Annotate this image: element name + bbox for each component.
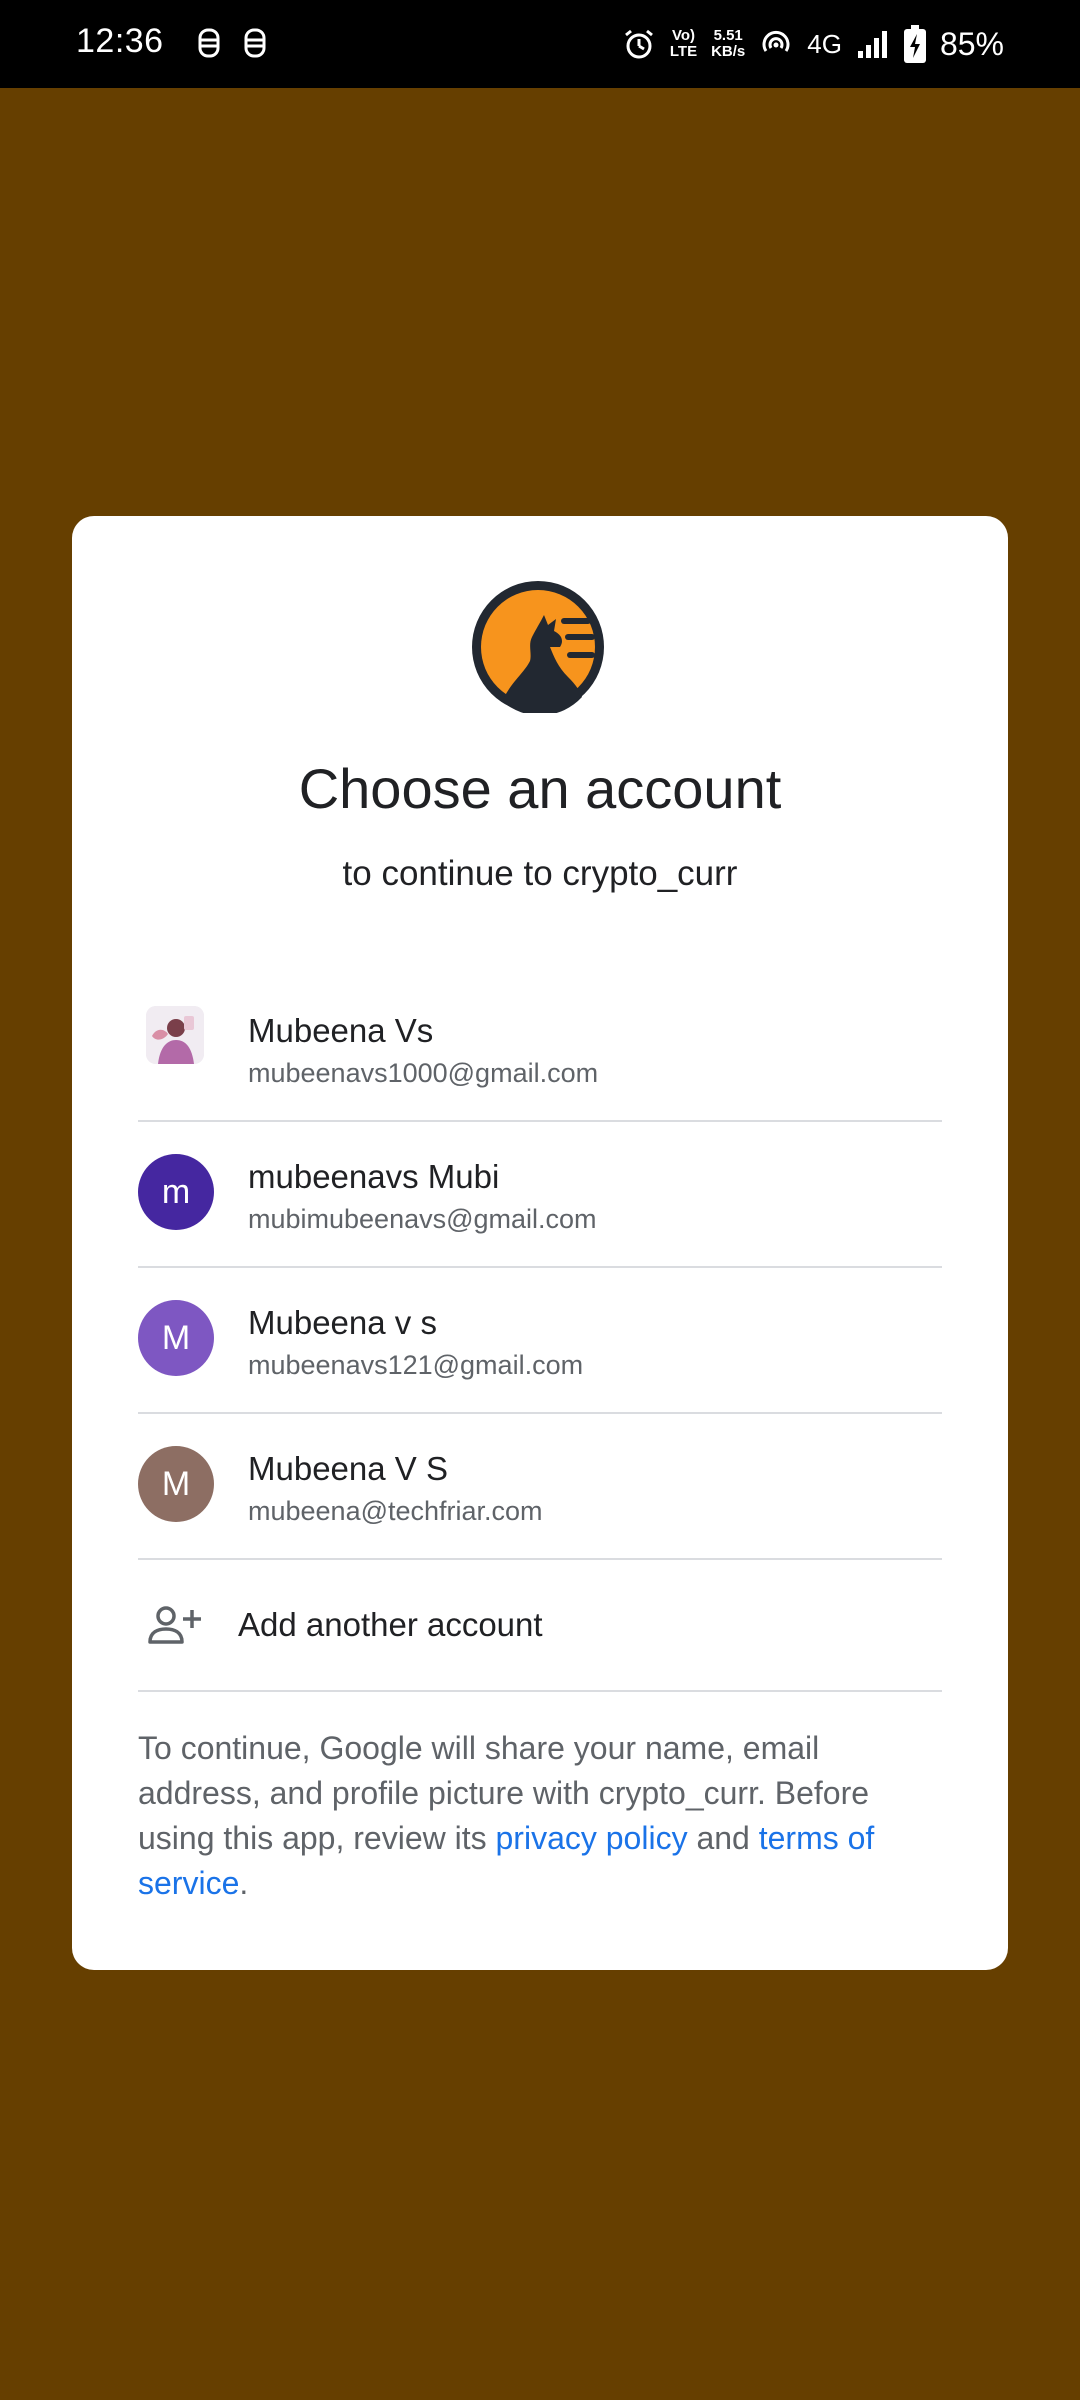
hotspot-icon xyxy=(762,30,790,52)
consent-disclaimer: To continue, Google will share your name… xyxy=(138,1730,875,1901)
account-chooser-dialog: Choose an account to continue to crypto_… xyxy=(72,516,1008,1970)
wolf-moon-logo xyxy=(472,581,604,713)
account-email: mubeenavs121@gmail.com xyxy=(248,1350,584,1380)
status-system-icons: Vo) LTE 5.51 KB/s 4G 85% xyxy=(622,20,1004,68)
network-speed: 5.51 KB/s xyxy=(711,27,746,60)
network-type: 4G xyxy=(807,28,842,59)
notification-icon xyxy=(198,28,220,58)
account-item[interactable]: M Mubeena v s mubeenavs121@gmail.com xyxy=(138,1268,942,1414)
avatar: M xyxy=(138,1300,214,1376)
add-account-label: Add another account xyxy=(238,1606,543,1643)
dialog-title: Choose an account xyxy=(298,757,782,820)
status-notification-icons xyxy=(196,26,268,60)
account-email: mubeenavs1000@gmail.com xyxy=(248,1058,599,1088)
account-name: mubeenavs Mubi xyxy=(248,1158,500,1195)
signal-icon xyxy=(857,31,887,58)
avatar: m xyxy=(138,1154,214,1230)
account-email: mubeena@techfriar.com xyxy=(248,1496,543,1526)
account-name: Mubeena V S xyxy=(248,1450,448,1487)
dialog-subtitle: to continue to crypto_curr xyxy=(342,854,738,893)
avatar xyxy=(146,1006,204,1064)
volte-indicator: Vo) LTE xyxy=(669,27,698,60)
privacy-policy-link[interactable]: privacy policy xyxy=(496,1820,688,1856)
account-item[interactable]: M Mubeena V S mubeena@techfriar.com xyxy=(138,1414,942,1560)
battery-charging-icon xyxy=(903,25,926,63)
alarm-icon xyxy=(624,29,653,59)
person-add-icon xyxy=(148,1606,201,1644)
account-name: Mubeena Vs xyxy=(248,1012,434,1049)
status-time: 12:36 xyxy=(76,22,164,60)
account-email: mubimubeenavs@gmail.com xyxy=(248,1204,597,1234)
battery-percentage: 85% xyxy=(939,25,1004,62)
avatar: M xyxy=(138,1446,214,1522)
account-item[interactable]: Mubeena Vs mubeenavs1000@gmail.com xyxy=(138,976,942,1122)
account-list: Mubeena Vs mubeenavs1000@gmail.com m mub… xyxy=(138,976,942,1692)
account-name: Mubeena v s xyxy=(248,1304,437,1341)
notification-icon xyxy=(244,28,266,58)
account-item[interactable]: m mubeenavs Mubi mubimubeenavs@gmail.com xyxy=(138,1122,942,1268)
add-another-account-button[interactable]: Add another account xyxy=(138,1560,942,1692)
status-bar: 12:36 Vo) LTE 5.51 KB/s 4G 85% xyxy=(0,0,1080,88)
profile-photo-icon xyxy=(146,1006,204,1064)
